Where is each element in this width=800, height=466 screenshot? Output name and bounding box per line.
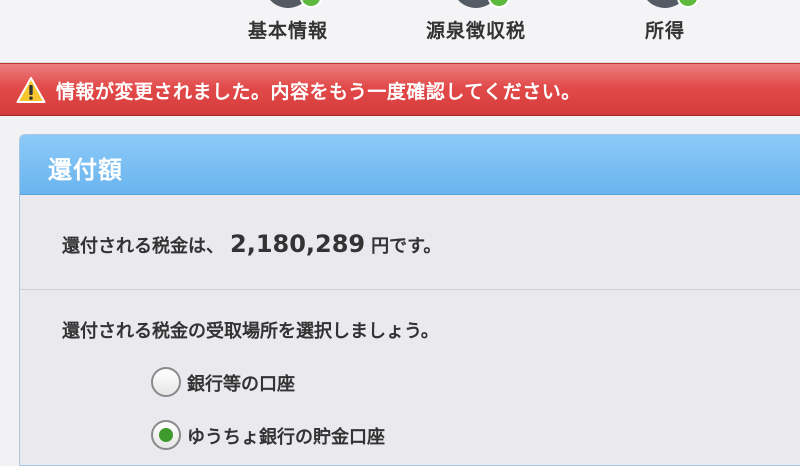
alert-message: 情報が変更されました。内容をもう一度確認してください。 bbox=[56, 81, 581, 103]
radio-selected-dot bbox=[159, 428, 173, 442]
card-header: 還付額 bbox=[20, 135, 800, 195]
warning-icon bbox=[16, 77, 46, 103]
step-label: 所得 bbox=[644, 20, 685, 42]
card-title: 還付額 bbox=[48, 156, 123, 184]
alert-banner: 情報が変更されました。内容をもう一度確認してください。 bbox=[0, 63, 800, 116]
step-label: 基本情報 bbox=[247, 20, 328, 42]
divider bbox=[20, 289, 800, 290]
check-icon bbox=[300, 0, 322, 8]
radio-label: ゆうちょ銀行の貯金口座 bbox=[187, 427, 385, 448]
check-icon bbox=[488, 0, 510, 8]
radio-button[interactable] bbox=[151, 420, 181, 450]
check-icon bbox=[677, 0, 699, 8]
step-navigation: 基本情報 源泉徴収税 所得 bbox=[0, 0, 800, 63]
step-basic-info[interactable]: 基本情報 bbox=[218, 0, 358, 62]
radio-button[interactable] bbox=[151, 367, 181, 397]
refund-amount-line: 還付される税金は、 2,180,289 円です。 bbox=[62, 230, 441, 258]
refund-suffix: 円です。 bbox=[371, 236, 442, 257]
step-label: 源泉徴収税 bbox=[425, 20, 526, 42]
radio-label: 銀行等の口座 bbox=[187, 374, 295, 395]
refund-amount: 2,180,289 bbox=[230, 230, 366, 258]
refund-prefix: 還付される税金は、 bbox=[62, 236, 224, 257]
refund-card: 還付額 還付される税金は、 2,180,289 円です。 還付される税金の受取場所を… bbox=[19, 134, 800, 466]
step-withholding-tax[interactable]: 源泉徴収税 bbox=[406, 0, 546, 62]
choose-prompt: 還付される税金の受取場所を選択しましょう。 bbox=[62, 321, 439, 342]
step-income[interactable]: 所得 bbox=[595, 0, 735, 62]
